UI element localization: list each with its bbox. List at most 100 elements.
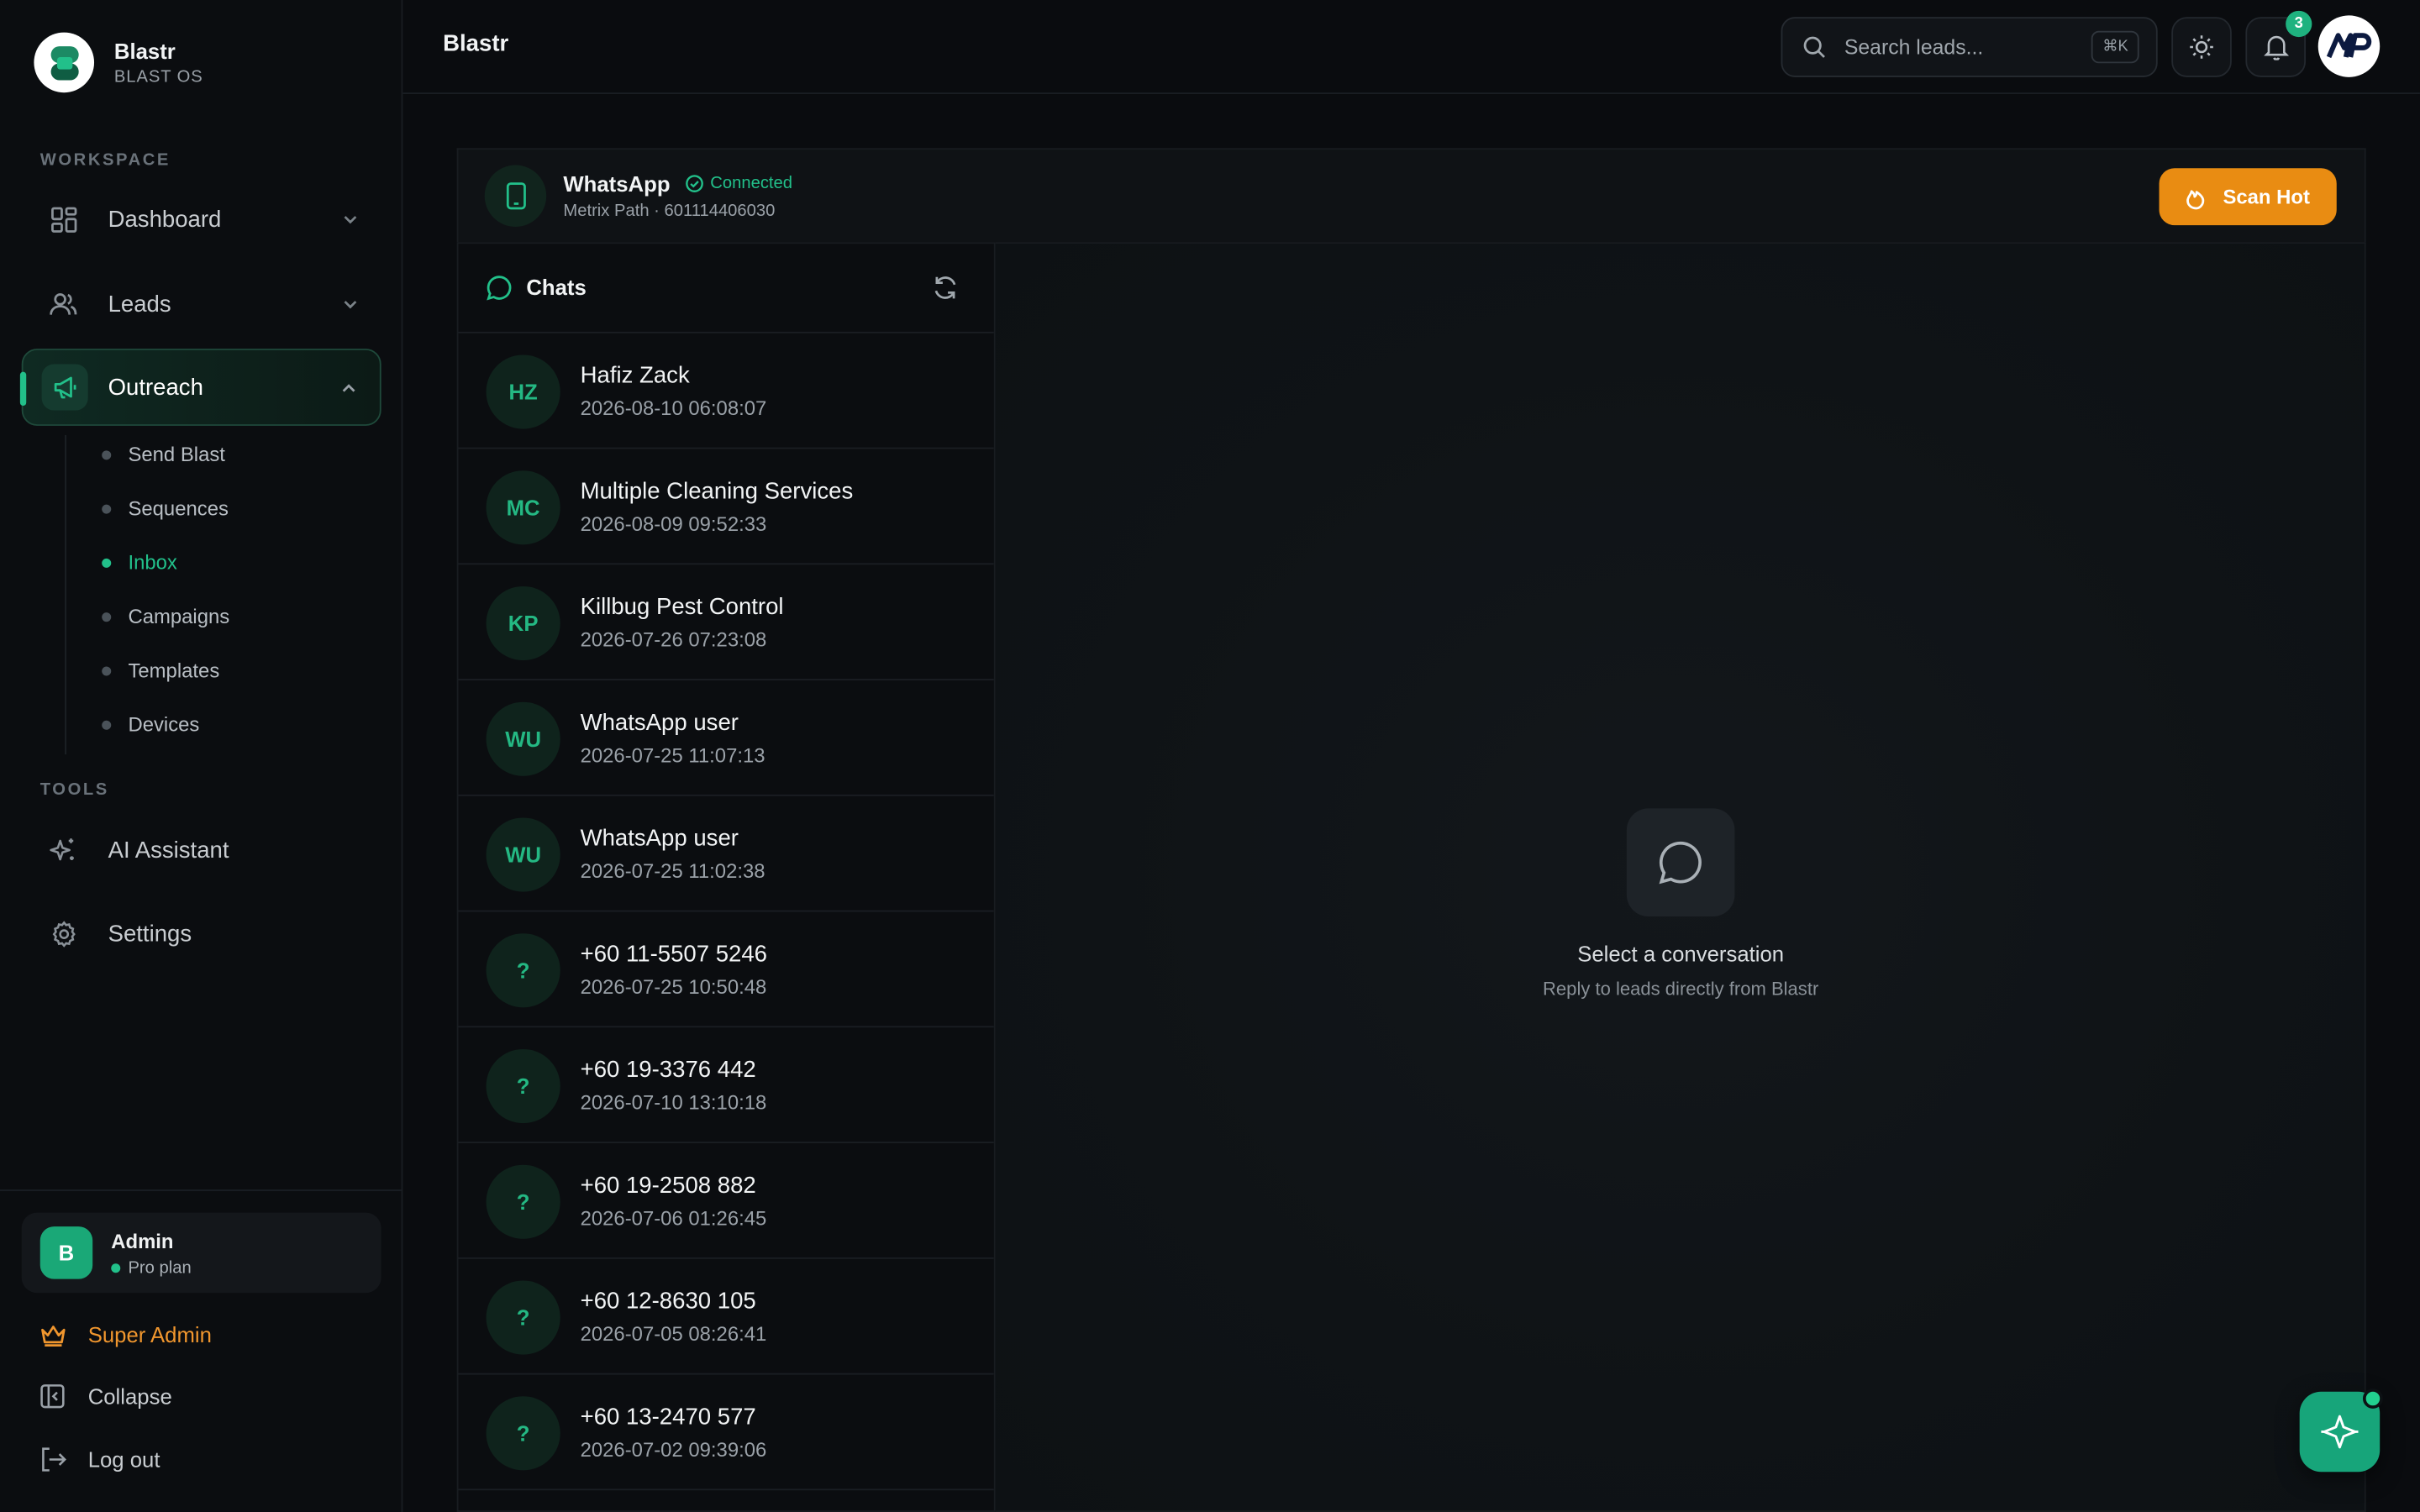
submenu-item-campaigns[interactable]: Campaigns: [102, 605, 229, 628]
active-indicator: [19, 371, 27, 407]
user-card[interactable]: B Admin Pro plan: [21, 1212, 381, 1294]
chat-list-header: Chats: [458, 244, 994, 333]
notifications-button[interactable]: 3: [2245, 10, 2312, 77]
crown-icon: [40, 1323, 68, 1347]
topbar: Blastr Search leads... ⌘K 3: [402, 0, 2420, 95]
sidebar-item-ai-assistant[interactable]: AI Assistant: [22, 811, 381, 889]
refresh-icon[interactable]: [932, 275, 958, 301]
sidebar: Blastr BLAST OS WORKSPACE Dashboard Lead…: [0, 0, 403, 1512]
avatar: MC: [486, 470, 560, 545]
chat-list-item[interactable]: ? +60 19-3376 442 2026-07-10 13:10:18: [458, 1027, 994, 1143]
sparkles-icon: [43, 836, 83, 864]
gear-icon: [43, 920, 83, 947]
brand[interactable]: Blastr BLAST OS: [34, 32, 203, 93]
chat-contact-name: WhatsApp user: [580, 825, 739, 852]
chat-timestamp: 2026-08-10 06:08:07: [580, 396, 767, 420]
workspace-section-label: WORKSPACE: [39, 150, 171, 171]
chat-list-item[interactable]: WU WhatsApp user 2026-07-25 11:02:38: [458, 796, 994, 912]
chat-rows: HZ Hafiz Zack 2026-08-10 06:08:07 MC Multipl…: [458, 333, 994, 1491]
flame-icon: [2186, 189, 2205, 209]
avatar: ?: [486, 933, 560, 1008]
tools-section-label: TOOLS: [39, 780, 109, 800]
bell-icon: [2263, 34, 2288, 60]
chat-bubble-icon: [1626, 808, 1735, 916]
submenu-item-templates[interactable]: Templates: [102, 659, 219, 682]
check-circle-icon: [686, 175, 704, 192]
brand-logo-icon: [34, 32, 95, 93]
chat-contact-name: +60 12-8630 105: [580, 1288, 756, 1315]
sidebar-item-dashboard[interactable]: Dashboard: [22, 181, 381, 258]
chevron-down-icon: [341, 293, 360, 321]
sidebar-item-leads[interactable]: Leads: [22, 265, 381, 343]
submenu-item-inbox[interactable]: Inbox: [102, 551, 177, 574]
chat-list: Chats HZ Hafiz Zack 2026-08-10 06:08:07 MC M…: [456, 242, 996, 1512]
sidebar-item-label: Leads: [108, 291, 171, 318]
chat-contact-name: Killbug Pest Control: [580, 594, 784, 621]
sidebar-item-label: Outreach: [108, 374, 203, 401]
users-icon: [43, 291, 83, 316]
chat-timestamp: 2026-07-05 08:26:41: [580, 1322, 767, 1346]
inbox-panel: WhatsApp Connected Metrix Path · 6011144…: [456, 148, 2366, 1512]
megaphone-icon: [41, 364, 88, 411]
phone-icon: [484, 165, 547, 227]
chat-contact-name: +60 11-5507 5246: [580, 941, 768, 968]
user-name: Admin: [111, 1228, 174, 1252]
chat-timestamp: 2026-07-25 10:50:48: [580, 974, 767, 999]
chat-list-item[interactable]: ? +60 13-2470 577 2026-07-02 09:39:06: [458, 1374, 994, 1491]
submenu-item-sequences[interactable]: Sequences: [102, 496, 229, 520]
chat-contact-name: +60 13-2470 577: [580, 1404, 756, 1431]
avatar: KP: [486, 585, 560, 661]
chat-list-item[interactable]: WU WhatsApp user 2026-07-25 11:07:13: [458, 680, 994, 796]
chat-timestamp: 2026-07-06 01:26:45: [580, 1206, 767, 1230]
grid-icon: [43, 206, 83, 232]
avatar: ?: [486, 1396, 560, 1471]
brand-subtitle: BLAST OS: [113, 67, 203, 87]
empty-state-subtitle: Reply to leads directly from Blastr: [1543, 978, 1819, 1000]
chat-list-item[interactable]: ? +60 19-2508 882 2026-07-06 01:26:45: [458, 1143, 994, 1259]
theme-toggle-button[interactable]: [2171, 17, 2232, 77]
sun-icon: [2188, 34, 2214, 60]
whatsapp-account: Metrix Path · 601114406030: [563, 202, 776, 221]
sidebar-collapse-icon: [40, 1384, 68, 1409]
super-admin-link[interactable]: Super Admin: [40, 1322, 212, 1347]
chat-timestamp: 2026-08-09 09:52:33: [580, 512, 767, 536]
chat-list-item[interactable]: ? +60 11-5507 5246 2026-07-25 10:50:48: [458, 911, 994, 1028]
chat-bubble-icon: [487, 275, 513, 301]
submenu-item-devices[interactable]: Devices: [102, 713, 199, 736]
chat-contact-name: +60 19-3376 442: [580, 1057, 756, 1084]
search-placeholder: Search leads...: [1844, 35, 1984, 59]
sidebar-item-label: AI Assistant: [108, 837, 229, 864]
sidebar-item-settings[interactable]: Settings: [22, 895, 381, 972]
chat-list-item[interactable]: HZ Hafiz Zack 2026-08-10 06:08:07: [458, 333, 994, 449]
sidebar-divider: [0, 1189, 403, 1191]
chat-contact-name: Multiple Cleaning Services: [580, 478, 854, 505]
chat-list-item[interactable]: ? +60 12-8630 105 2026-07-05 08:26:41: [458, 1259, 994, 1375]
sidebar-item-label: Settings: [108, 920, 192, 947]
logout-icon: [40, 1447, 68, 1472]
chat-contact-name: +60 19-2508 882: [580, 1172, 756, 1200]
chevron-down-icon: [341, 208, 360, 236]
status-dot: [2362, 1389, 2383, 1409]
avatar: WU: [486, 817, 560, 892]
page-title: Blastr: [443, 30, 509, 57]
brand-name: Blastr: [113, 38, 176, 64]
conversation-area: Select a conversation Reply to leads dir…: [995, 242, 2366, 1512]
scan-hot-button[interactable]: Scan Hot: [2159, 168, 2337, 226]
logout-button[interactable]: Log out: [40, 1447, 160, 1472]
chat-list-item[interactable]: KP Killbug Pest Control 2026-07-26 07:23:0…: [458, 564, 994, 680]
submenu-item-send-blast[interactable]: Send Blast: [102, 443, 225, 466]
sidebar-item-outreach[interactable]: Outreach: [19, 349, 381, 426]
empty-state-title: Select a conversation: [1577, 941, 1785, 966]
avatar: HZ: [486, 354, 560, 429]
chat-timestamp: 2026-07-10 13:10:18: [580, 1090, 767, 1115]
collapse-button[interactable]: Collapse: [40, 1384, 172, 1409]
avatar[interactable]: [2317, 15, 2381, 77]
chat-timestamp: 2026-07-25 11:02:38: [580, 859, 765, 883]
chat-list-item[interactable]: MC Multiple Cleaning Services 2026-08-09 0…: [458, 449, 994, 565]
avatar: ?: [486, 1048, 560, 1124]
sidebar-item-label: Dashboard: [108, 206, 222, 233]
avatar: ?: [486, 1164, 560, 1239]
search-input[interactable]: Search leads... ⌘K: [1781, 17, 2158, 77]
whatsapp-title: WhatsApp Connected: [563, 171, 793, 197]
chat-timestamp: 2026-07-26 07:23:08: [580, 627, 767, 652]
